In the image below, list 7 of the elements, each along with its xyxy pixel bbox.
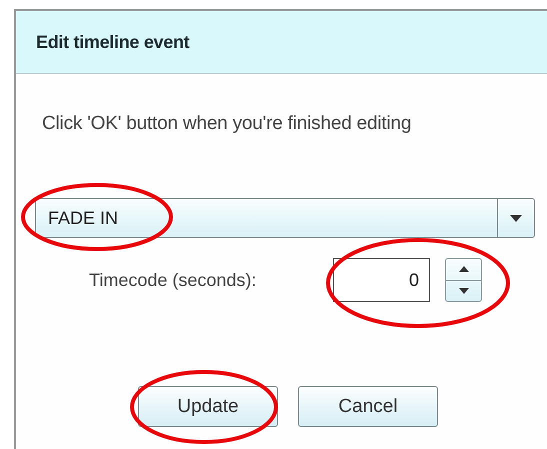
timecode-input-field[interactable]: 0 (333, 258, 430, 302)
dialog-button[interactable]: Update (138, 386, 278, 427)
dialog-title: Edit timeline event (36, 32, 190, 52)
event-type-dropdown[interactable]: FADE IN (35, 198, 535, 238)
timecode-label: Timecode (seconds): (89, 270, 258, 290)
dialog-button[interactable]: Cancel (298, 386, 438, 427)
instruction-text: Click 'OK' button when you're finished editing (42, 113, 412, 135)
